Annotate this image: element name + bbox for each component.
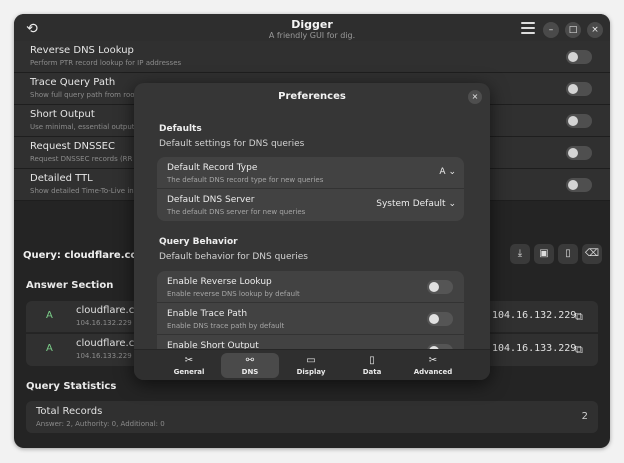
dialog-title: Preferences xyxy=(278,91,346,102)
row-title: Enable Trace Path xyxy=(167,309,248,319)
dnssec-toggle[interactable] xyxy=(566,146,592,160)
enable-reverse-lookup-row: Enable Reverse Lookup Enable reverse DNS… xyxy=(157,271,464,303)
download-icon[interactable]: ⤓ xyxy=(510,244,530,264)
enable-short-output-row: Enable Short Output xyxy=(157,335,464,349)
network-icon: ⚯ xyxy=(245,355,255,366)
total-records-label: Total Records xyxy=(36,406,103,417)
reverse-lookup-switch[interactable] xyxy=(427,280,453,294)
row-title: Default DNS Server xyxy=(167,195,255,205)
setting-subtitle: Show detailed Time-To-Live in xyxy=(30,187,134,195)
tab-label: Advanced xyxy=(413,368,453,376)
setting-title: Request DNSSEC xyxy=(30,141,115,152)
tab-general[interactable]: ✂ General xyxy=(160,353,218,378)
document-icon: ▯ xyxy=(369,355,375,366)
setting-subtitle: Use minimal, essential output xyxy=(30,123,135,131)
setting-subtitle: Request DNSSEC records (RR xyxy=(30,155,133,163)
advanced-tools-icon: ✂ xyxy=(428,355,438,366)
dns-server-dropdown[interactable]: System Default ⌄ xyxy=(376,199,456,209)
close-button[interactable]: × xyxy=(587,22,603,38)
trace-toggle[interactable] xyxy=(566,82,592,96)
defaults-group-subtitle: Default settings for DNS queries xyxy=(159,139,305,149)
row-subtitle: Enable reverse DNS lookup by default xyxy=(167,290,300,298)
terminal-icon[interactable]: ▣ xyxy=(534,244,554,264)
total-records-row: Total Records Answer: 2, Authority: 0, A… xyxy=(26,401,598,433)
defaults-group-title: Defaults xyxy=(159,124,202,134)
copy-document-icon[interactable]: ▯ xyxy=(558,244,578,264)
record-sub: 104.16.133.229 xyxy=(76,352,132,360)
total-records-sub: Answer: 2, Authority: 0, Additional: 0 xyxy=(36,420,165,428)
enable-trace-path-row: Enable Trace Path Enable DNS trace path … xyxy=(157,303,464,335)
dropdown-value: A xyxy=(439,167,446,177)
reverse-dns-toggle[interactable] xyxy=(566,50,592,64)
tab-data[interactable]: ▯ Data xyxy=(343,353,401,378)
tab-advanced[interactable]: ✂ Advanced xyxy=(404,353,462,378)
clear-icon[interactable]: ⌫ xyxy=(582,244,602,264)
default-dns-server-row[interactable]: Default DNS Server The default DNS serve… xyxy=(157,189,464,221)
row-title: Default Record Type xyxy=(167,163,258,173)
tools-icon: ✂ xyxy=(184,355,194,366)
tab-label: Data xyxy=(362,368,382,376)
trace-path-switch[interactable] xyxy=(427,312,453,326)
setting-title: Reverse DNS Lookup xyxy=(30,45,134,56)
row-subtitle: Enable DNS trace path by default xyxy=(167,322,285,330)
setting-title: Short Output xyxy=(30,109,95,120)
behavior-group-subtitle: Default behavior for DNS queries xyxy=(159,252,308,262)
tab-label: DNS xyxy=(241,368,259,376)
tab-label: Display xyxy=(296,368,326,376)
record-sub: 104.16.132.229 xyxy=(76,319,132,327)
tab-display[interactable]: ▭ Display xyxy=(282,353,340,378)
hamburger-menu-icon[interactable] xyxy=(521,22,535,34)
row-title: Enable Short Output xyxy=(167,341,259,349)
preferences-dialog: Preferences × Defaults Default settings … xyxy=(134,83,490,380)
maximize-button[interactable]: □ xyxy=(565,22,581,38)
monitor-icon: ▭ xyxy=(306,355,316,366)
row-subtitle: The default DNS server for new queries xyxy=(167,208,306,216)
setting-title: Trace Query Path xyxy=(30,77,116,88)
copy-icon[interactable]: ⧉ xyxy=(575,310,583,324)
chevron-down-icon: ⌄ xyxy=(448,199,456,209)
setting-subtitle: Perform PTR record lookup for IP address… xyxy=(30,59,182,67)
copy-icon[interactable]: ⧉ xyxy=(575,343,583,357)
total-records-value: 2 xyxy=(581,411,588,422)
record-type: A xyxy=(46,310,53,321)
query-statistics-label: Query Statistics xyxy=(26,381,117,392)
default-record-type-row[interactable]: Default Record Type The default DNS reco… xyxy=(157,157,464,189)
dialog-close-button[interactable]: × xyxy=(468,90,482,104)
answer-section-label: Answer Section xyxy=(26,280,114,291)
chevron-down-icon: ⌄ xyxy=(448,167,456,177)
record-value: 104.16.133.229 xyxy=(492,343,577,354)
short-output-toggle[interactable] xyxy=(566,114,592,128)
preferences-tab-bar: ✂ General ⚯ DNS ▭ Display ▯ Data ✂ Advan… xyxy=(134,349,490,380)
record-type-dropdown[interactable]: A ⌄ xyxy=(439,167,456,177)
ttl-toggle[interactable] xyxy=(566,178,592,192)
minimize-button[interactable]: – xyxy=(543,22,559,38)
preferences-content[interactable]: Defaults Default settings for DNS querie… xyxy=(134,113,490,349)
dropdown-value: System Default xyxy=(376,199,446,209)
record-type: A xyxy=(46,343,53,354)
record-value: 104.16.132.229 xyxy=(492,310,577,321)
behavior-group-title: Query Behavior xyxy=(159,237,238,247)
setting-title: Detailed TTL xyxy=(30,173,93,184)
header-bar: ⟲ Digger A friendly GUI for dig. – □ × xyxy=(14,14,610,44)
row-subtitle: The default DNS record type for new quer… xyxy=(167,176,324,184)
tab-label: General xyxy=(173,368,205,376)
row-title: Enable Reverse Lookup xyxy=(167,277,272,287)
tab-dns[interactable]: ⚯ DNS xyxy=(221,353,279,378)
setting-row-reverse-dns: Reverse DNS Lookup Perform PTR record lo… xyxy=(14,41,610,73)
setting-subtitle: Show full query path from roo xyxy=(30,91,135,99)
